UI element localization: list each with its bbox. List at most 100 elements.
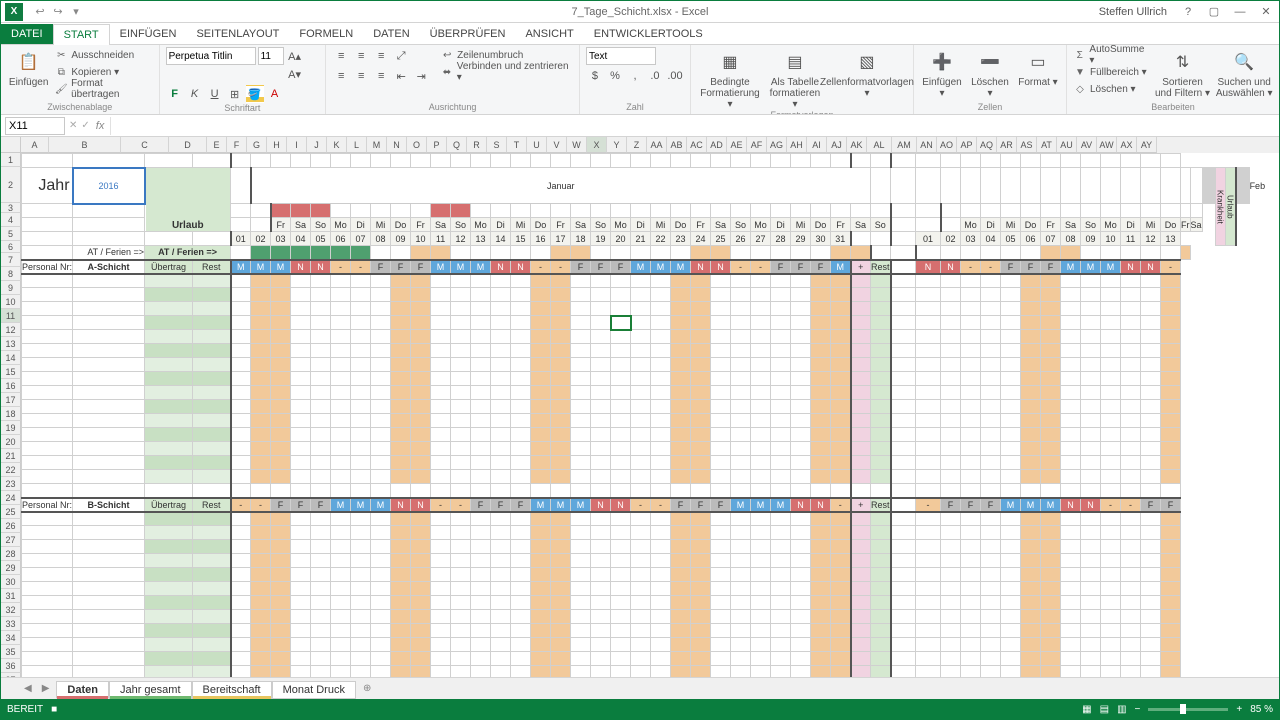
cell[interactable]: Mi bbox=[791, 218, 811, 232]
cell[interactable] bbox=[811, 568, 831, 582]
cell[interactable] bbox=[891, 666, 916, 678]
cell[interactable]: M bbox=[351, 498, 371, 512]
row-header-6[interactable]: 6 bbox=[1, 241, 21, 253]
find-select-button[interactable]: 🔍Suchen und Auswählen ▾ bbox=[1215, 47, 1273, 99]
cell[interactable] bbox=[391, 344, 411, 358]
cell[interactable]: M bbox=[751, 498, 771, 512]
cell[interactable] bbox=[791, 316, 811, 330]
row-header-34[interactable]: 34 bbox=[1, 631, 21, 645]
cell[interactable] bbox=[551, 470, 571, 484]
cell[interactable] bbox=[916, 638, 941, 652]
cell[interactable] bbox=[631, 204, 651, 218]
cell[interactable]: Di bbox=[771, 218, 791, 232]
view-pagebreak-button[interactable]: ▥ bbox=[1117, 704, 1126, 715]
cell[interactable] bbox=[331, 568, 351, 582]
cell[interactable] bbox=[551, 386, 571, 400]
cell[interactable] bbox=[1081, 624, 1101, 638]
col-header-F[interactable]: F bbox=[227, 137, 247, 153]
cell[interactable] bbox=[941, 428, 961, 442]
cell[interactable] bbox=[311, 204, 331, 218]
cell[interactable]: 21 bbox=[631, 232, 651, 246]
cell[interactable] bbox=[811, 442, 831, 456]
cell[interactable] bbox=[145, 596, 193, 610]
cell[interactable] bbox=[431, 456, 451, 470]
cell[interactable] bbox=[1101, 302, 1121, 316]
cell[interactable]: 30 bbox=[811, 232, 831, 246]
cell[interactable] bbox=[1021, 526, 1041, 540]
cell[interactable] bbox=[611, 526, 631, 540]
cell[interactable] bbox=[751, 428, 771, 442]
cell[interactable] bbox=[371, 428, 391, 442]
cell[interactable] bbox=[391, 638, 411, 652]
cell[interactable] bbox=[871, 414, 891, 428]
cell[interactable] bbox=[1081, 168, 1101, 204]
cell[interactable] bbox=[1081, 288, 1101, 302]
cell[interactable] bbox=[1001, 428, 1021, 442]
cell[interactable] bbox=[791, 414, 811, 428]
cell[interactable] bbox=[1101, 526, 1121, 540]
cell[interactable] bbox=[145, 470, 193, 484]
cell[interactable] bbox=[351, 638, 371, 652]
cell[interactable] bbox=[631, 154, 651, 168]
row-header-30[interactable]: 30 bbox=[1, 575, 21, 589]
cell[interactable]: M bbox=[831, 260, 851, 274]
cell[interactable]: Mo bbox=[751, 218, 771, 232]
cell[interactable] bbox=[831, 204, 851, 218]
cell[interactable]: N bbox=[511, 260, 531, 274]
cell[interactable] bbox=[271, 484, 291, 498]
cell[interactable] bbox=[351, 330, 371, 344]
cell[interactable] bbox=[22, 372, 73, 386]
cell[interactable] bbox=[1081, 442, 1101, 456]
col-header-D[interactable]: D bbox=[169, 137, 207, 153]
cell[interactable] bbox=[751, 596, 771, 610]
cell[interactable] bbox=[731, 652, 751, 666]
cell[interactable] bbox=[271, 540, 291, 554]
cell[interactable] bbox=[531, 154, 551, 168]
cell[interactable] bbox=[751, 512, 771, 526]
cell[interactable] bbox=[1061, 246, 1081, 260]
cell[interactable] bbox=[891, 568, 916, 582]
cell[interactable] bbox=[1081, 428, 1101, 442]
cell[interactable] bbox=[371, 274, 391, 288]
cell[interactable] bbox=[591, 456, 611, 470]
cell[interactable] bbox=[1101, 330, 1121, 344]
cell[interactable] bbox=[891, 498, 916, 512]
cell[interactable] bbox=[771, 610, 791, 624]
cell[interactable] bbox=[431, 316, 451, 330]
cell[interactable] bbox=[851, 428, 871, 442]
cell[interactable] bbox=[691, 372, 711, 386]
cell[interactable] bbox=[1041, 372, 1061, 386]
cell[interactable] bbox=[916, 274, 941, 288]
cell[interactable] bbox=[271, 274, 291, 288]
cell[interactable] bbox=[271, 442, 291, 456]
cell[interactable] bbox=[351, 442, 371, 456]
cell[interactable] bbox=[751, 386, 771, 400]
cell[interactable] bbox=[611, 428, 631, 442]
cell[interactable] bbox=[916, 316, 941, 330]
cell[interactable] bbox=[731, 512, 751, 526]
cell[interactable] bbox=[1021, 428, 1041, 442]
cell[interactable] bbox=[311, 358, 331, 372]
row-header-28[interactable]: 28 bbox=[1, 547, 21, 561]
cell[interactable] bbox=[331, 400, 351, 414]
row-header-18[interactable]: 18 bbox=[1, 407, 21, 421]
cell[interactable] bbox=[471, 288, 491, 302]
cell[interactable] bbox=[916, 568, 941, 582]
cell[interactable] bbox=[351, 358, 371, 372]
cell[interactable] bbox=[651, 204, 671, 218]
cell[interactable] bbox=[891, 526, 916, 540]
cell[interactable] bbox=[491, 484, 511, 498]
cell[interactable]: Januar bbox=[251, 168, 871, 204]
cell[interactable] bbox=[981, 428, 1001, 442]
cell[interactable] bbox=[511, 624, 531, 638]
cell[interactable] bbox=[451, 274, 471, 288]
cell[interactable]: Fr bbox=[1181, 218, 1191, 232]
cell[interactable] bbox=[1121, 470, 1141, 484]
cell[interactable] bbox=[145, 386, 193, 400]
cell[interactable] bbox=[331, 624, 351, 638]
cell[interactable]: Sa bbox=[1190, 218, 1202, 232]
cell[interactable] bbox=[631, 568, 651, 582]
cell[interactable] bbox=[831, 154, 851, 168]
cell[interactable] bbox=[611, 456, 631, 470]
cell[interactable] bbox=[1041, 274, 1061, 288]
